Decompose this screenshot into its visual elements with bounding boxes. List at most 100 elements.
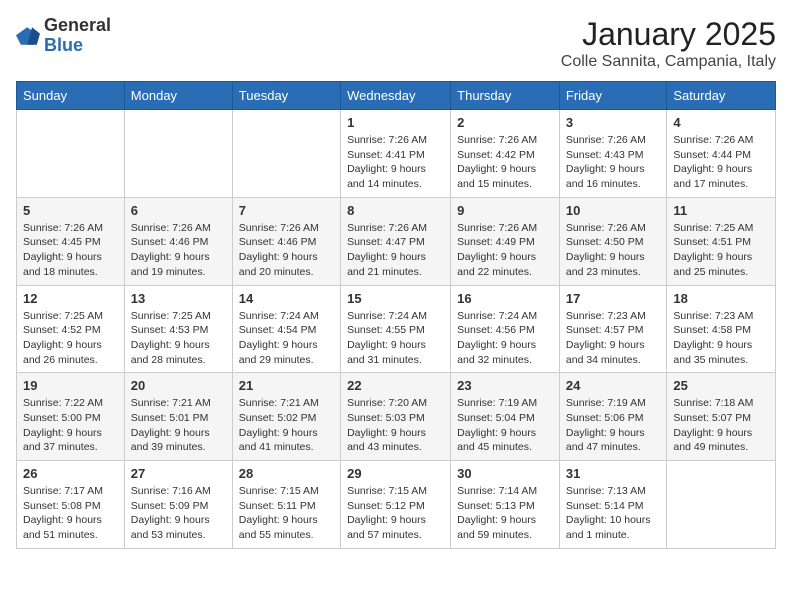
day-info: Sunrise: 7:19 AM Sunset: 5:04 PM Dayligh… <box>457 396 553 455</box>
day-info: Sunrise: 7:26 AM Sunset: 4:46 PM Dayligh… <box>239 221 334 280</box>
day-number: 7 <box>239 203 334 218</box>
calendar-day-24: 24Sunrise: 7:19 AM Sunset: 5:06 PM Dayli… <box>559 373 667 461</box>
day-number: 15 <box>347 291 444 306</box>
day-number: 3 <box>566 115 661 130</box>
day-info: Sunrise: 7:25 AM Sunset: 4:53 PM Dayligh… <box>131 309 226 368</box>
logo-text: General Blue <box>44 16 111 56</box>
calendar-day-13: 13Sunrise: 7:25 AM Sunset: 4:53 PM Dayli… <box>124 285 232 373</box>
calendar-day-20: 20 Sunrise: 7:21 AM Sunset: 5:01 PM Dayli… <box>124 373 232 461</box>
location-title: Colle Sannita, Campania, Italy <box>561 53 776 71</box>
day-number: 2 <box>457 115 553 130</box>
day-number: 27 <box>131 466 226 481</box>
logo-blue-text: Blue <box>44 35 83 55</box>
day-number: 4 <box>673 115 769 130</box>
day-info: Sunrise: 7:22 AM Sunset: 5:00 PM Dayligh… <box>23 396 118 455</box>
weekday-header-thursday: Thursday <box>451 82 560 110</box>
calendar-day-1: 1 Sunrise: 7:26 AM Sunset: 4:41 PM Daylig… <box>341 110 451 198</box>
calendar-day-2: 2 Sunrise: 7:26 AM Sunset: 4:42 PM Daylig… <box>451 110 560 198</box>
day-info: Sunrise: 7:20 AM Sunset: 5:03 PM Dayligh… <box>347 396 444 455</box>
day-info: Sunrise: 7:23 AM Sunset: 4:58 PM Dayligh… <box>673 309 769 368</box>
day-info: Sunrise: 7:25 AM Sunset: 4:52 PM Dayligh… <box>23 309 118 368</box>
day-number: 30 <box>457 466 553 481</box>
day-number: 12 <box>23 291 118 306</box>
title-block: January 2025 Colle Sannita, Campania, It… <box>561 16 776 71</box>
day-number: 21 <box>239 378 334 393</box>
day-info: Sunrise: 7:25 AM Sunset: 4:51 PM Dayligh… <box>673 221 769 280</box>
day-info: Sunrise: 7:23 AM Sunset: 4:57 PM Dayligh… <box>566 309 661 368</box>
day-number: 17 <box>566 291 661 306</box>
day-number: 28 <box>239 466 334 481</box>
calendar-day-9: 9 Sunrise: 7:26 AM Sunset: 4:49 PM Daylig… <box>451 197 560 285</box>
calendar-day-27: 27 Sunrise: 7:16 AM Sunset: 5:09 PM Dayli… <box>124 461 232 549</box>
day-number: 10 <box>566 203 661 218</box>
day-info: Sunrise: 7:21 AM Sunset: 5:02 PM Dayligh… <box>239 396 334 455</box>
day-number: 16 <box>457 291 553 306</box>
month-year-title: January 2025 <box>561 16 776 53</box>
day-number: 29 <box>347 466 444 481</box>
calendar-day-6: 6Sunrise: 7:26 AM Sunset: 4:46 PM Daylig… <box>124 197 232 285</box>
calendar-day-7: 7 Sunrise: 7:26 AM Sunset: 4:46 PM Daylig… <box>232 197 340 285</box>
calendar-day-5: 5 Sunrise: 7:26 AM Sunset: 4:45 PM Daylig… <box>17 197 125 285</box>
calendar-day-25: 25 Sunrise: 7:18 AM Sunset: 5:07 PM Dayli… <box>667 373 776 461</box>
calendar-day-11: 11 Sunrise: 7:25 AM Sunset: 4:51 PM Dayli… <box>667 197 776 285</box>
calendar-day-29: 29 Sunrise: 7:15 AM Sunset: 5:12 PM Dayli… <box>341 461 451 549</box>
day-info: Sunrise: 7:24 AM Sunset: 4:55 PM Dayligh… <box>347 309 444 368</box>
calendar-day-14: 14 Sunrise: 7:24 AM Sunset: 4:54 PM Dayli… <box>232 285 340 373</box>
calendar-table: SundayMondayTuesdayWednesdayThursdayFrid… <box>16 81 776 549</box>
day-number: 8 <box>347 203 444 218</box>
day-number: 20 <box>131 378 226 393</box>
day-info: Sunrise: 7:26 AM Sunset: 4:46 PM Dayligh… <box>131 221 226 280</box>
day-info: Sunrise: 7:21 AM Sunset: 5:01 PM Dayligh… <box>131 396 226 455</box>
calendar-day-30: 30Sunrise: 7:14 AM Sunset: 5:13 PM Dayli… <box>451 461 560 549</box>
calendar-day-12: 12 Sunrise: 7:25 AM Sunset: 4:52 PM Dayli… <box>17 285 125 373</box>
day-number: 1 <box>347 115 444 130</box>
calendar-day-3: 3 Sunrise: 7:26 AM Sunset: 4:43 PM Daylig… <box>559 110 667 198</box>
day-number: 5 <box>23 203 118 218</box>
day-info: Sunrise: 7:26 AM Sunset: 4:49 PM Dayligh… <box>457 221 553 280</box>
calendar-empty-cell <box>124 110 232 198</box>
day-info: Sunrise: 7:26 AM Sunset: 4:45 PM Dayligh… <box>23 221 118 280</box>
weekday-header-wednesday: Wednesday <box>341 82 451 110</box>
day-number: 11 <box>673 203 769 218</box>
calendar-day-17: 17 Sunrise: 7:23 AM Sunset: 4:57 PM Dayli… <box>559 285 667 373</box>
day-info: Sunrise: 7:24 AM Sunset: 4:56 PM Dayligh… <box>457 309 553 368</box>
day-number: 14 <box>239 291 334 306</box>
logo-icon <box>16 24 40 48</box>
calendar-day-22: 22Sunrise: 7:20 AM Sunset: 5:03 PM Dayli… <box>341 373 451 461</box>
weekday-header-sunday: Sunday <box>17 82 125 110</box>
day-info: Sunrise: 7:18 AM Sunset: 5:07 PM Dayligh… <box>673 396 769 455</box>
calendar-day-10: 10Sunrise: 7:26 AM Sunset: 4:50 PM Dayli… <box>559 197 667 285</box>
calendar-day-31: 31 Sunrise: 7:13 AM Sunset: 5:14 PM Dayli… <box>559 461 667 549</box>
calendar-empty-cell <box>232 110 340 198</box>
day-info: Sunrise: 7:15 AM Sunset: 5:12 PM Dayligh… <box>347 484 444 543</box>
calendar-day-26: 26Sunrise: 7:17 AM Sunset: 5:08 PM Dayli… <box>17 461 125 549</box>
day-info: Sunrise: 7:15 AM Sunset: 5:11 PM Dayligh… <box>239 484 334 543</box>
calendar-day-4: 4 Sunrise: 7:26 AM Sunset: 4:44 PM Daylig… <box>667 110 776 198</box>
page-header: General Blue January 2025 Colle Sannita,… <box>16 16 776 71</box>
calendar-week-row: 5 Sunrise: 7:26 AM Sunset: 4:45 PM Daylig… <box>17 197 776 285</box>
day-info: Sunrise: 7:13 AM Sunset: 5:14 PM Dayligh… <box>566 484 661 543</box>
day-number: 26 <box>23 466 118 481</box>
day-info: Sunrise: 7:24 AM Sunset: 4:54 PM Dayligh… <box>239 309 334 368</box>
day-number: 24 <box>566 378 661 393</box>
day-number: 23 <box>457 378 553 393</box>
day-info: Sunrise: 7:26 AM Sunset: 4:47 PM Dayligh… <box>347 221 444 280</box>
logo-general-text: General <box>44 15 111 35</box>
day-info: Sunrise: 7:26 AM Sunset: 4:42 PM Dayligh… <box>457 133 553 192</box>
weekday-header-monday: Monday <box>124 82 232 110</box>
day-number: 31 <box>566 466 661 481</box>
calendar-week-row: 12 Sunrise: 7:25 AM Sunset: 4:52 PM Dayli… <box>17 285 776 373</box>
day-info: Sunrise: 7:26 AM Sunset: 4:41 PM Dayligh… <box>347 133 444 192</box>
calendar-day-8: 8 Sunrise: 7:26 AM Sunset: 4:47 PM Daylig… <box>341 197 451 285</box>
day-number: 25 <box>673 378 769 393</box>
day-info: Sunrise: 7:26 AM Sunset: 4:44 PM Dayligh… <box>673 133 769 192</box>
day-number: 18 <box>673 291 769 306</box>
calendar-day-16: 16 Sunrise: 7:24 AM Sunset: 4:56 PM Dayli… <box>451 285 560 373</box>
calendar-day-21: 21 Sunrise: 7:21 AM Sunset: 5:02 PM Dayli… <box>232 373 340 461</box>
day-info: Sunrise: 7:16 AM Sunset: 5:09 PM Dayligh… <box>131 484 226 543</box>
day-number: 9 <box>457 203 553 218</box>
calendar-day-28: 28 Sunrise: 7:15 AM Sunset: 5:11 PM Dayli… <box>232 461 340 549</box>
calendar-day-15: 15 Sunrise: 7:24 AM Sunset: 4:55 PM Dayli… <box>341 285 451 373</box>
calendar-empty-cell <box>667 461 776 549</box>
day-info: Sunrise: 7:26 AM Sunset: 4:43 PM Dayligh… <box>566 133 661 192</box>
